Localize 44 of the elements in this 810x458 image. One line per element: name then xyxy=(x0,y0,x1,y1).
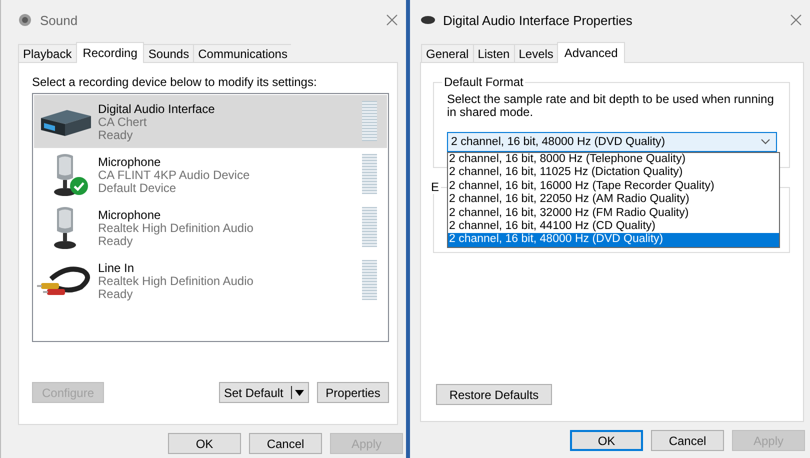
device-name: Line In xyxy=(98,262,136,275)
dropdown-option[interactable]: 2 channel, 16 bit, 48000 Hz (DVD Quality) xyxy=(448,233,779,247)
dropdown-option[interactable]: 2 channel, 16 bit, 16000 Hz (Tape Recorder Quality) xyxy=(448,180,779,194)
tab[interactable]: General xyxy=(421,44,473,62)
tab[interactable]: Communications xyxy=(193,44,292,62)
button[interactable]: Properties xyxy=(317,382,389,403)
device-detail: CA Chert xyxy=(98,116,148,129)
button[interactable]: Cancel xyxy=(651,430,724,451)
device-detail: CA FLINT 4KP Audio Device xyxy=(98,169,251,182)
tab[interactable]: Playback xyxy=(18,44,76,62)
device-name: Digital Audio Interface xyxy=(98,103,216,116)
tab[interactable]: Levels xyxy=(514,44,558,62)
tab[interactable]: Advanced xyxy=(557,42,625,63)
button[interactable]: Restore Defaults xyxy=(436,384,552,405)
device-item[interactable]: Microphone CA FLINT 4KP Audio Device Default Device xyxy=(34,148,387,201)
description-text: Select the sample rate and bit depth to be used when running in shared mode. xyxy=(447,93,775,119)
dropdown-option[interactable]: 2 channel, 16 bit, 11025 Hz (Dictation Quality) xyxy=(448,166,779,180)
device-item[interactable]: Line In Realtek High Definition Audio Ready xyxy=(34,254,387,307)
window-title: Digital Audio Interface Properties xyxy=(443,12,634,28)
device-name: Microphone xyxy=(98,209,162,222)
device-detail: Realtek High Definition Audio xyxy=(98,275,254,288)
button[interactable]: OK xyxy=(570,430,643,451)
format-dropdown[interactable]: 2 channel, 16 bit, 48000 Hz (DVD Quality) xyxy=(447,132,777,152)
group-label: E xyxy=(430,180,440,194)
dropdown-option[interactable]: 2 channel, 16 bit, 44100 Hz (CD Quality) xyxy=(448,220,779,234)
dropdown-option[interactable]: 2 channel, 16 bit, 32000 Hz (FM Radio Quality) xyxy=(448,206,779,220)
button[interactable]: OK xyxy=(168,433,241,454)
group-label: Default Format xyxy=(443,75,524,89)
tab[interactable]: Recording xyxy=(76,42,144,63)
instruction-text: Select a recording device below to modify its settings: xyxy=(32,75,318,89)
device-status: Ready xyxy=(98,129,134,142)
split-button[interactable]: Set Default xyxy=(219,382,309,403)
dropdown-option[interactable]: 2 channel, 16 bit, 8000 Hz (Telephone Quality) xyxy=(448,153,779,166)
dropdown-option[interactable]: 2 channel, 16 bit, 22050 Hz (AM Radio Quality) xyxy=(448,193,779,207)
button[interactable]: Cancel xyxy=(249,433,322,454)
device-status: Ready xyxy=(98,235,134,248)
device-status: Ready xyxy=(98,288,134,301)
device-name: Microphone xyxy=(98,156,162,169)
device-item[interactable]: Digital Audio Interface CA Chert Ready xyxy=(34,95,387,148)
window-title: Sound xyxy=(40,12,79,28)
device-status: Default Device xyxy=(98,182,178,195)
tab[interactable]: Listen xyxy=(472,44,514,62)
device-detail: Realtek High Definition Audio xyxy=(98,222,254,235)
device-item[interactable]: Microphone Realtek High Definition Audio Ready xyxy=(34,201,387,254)
